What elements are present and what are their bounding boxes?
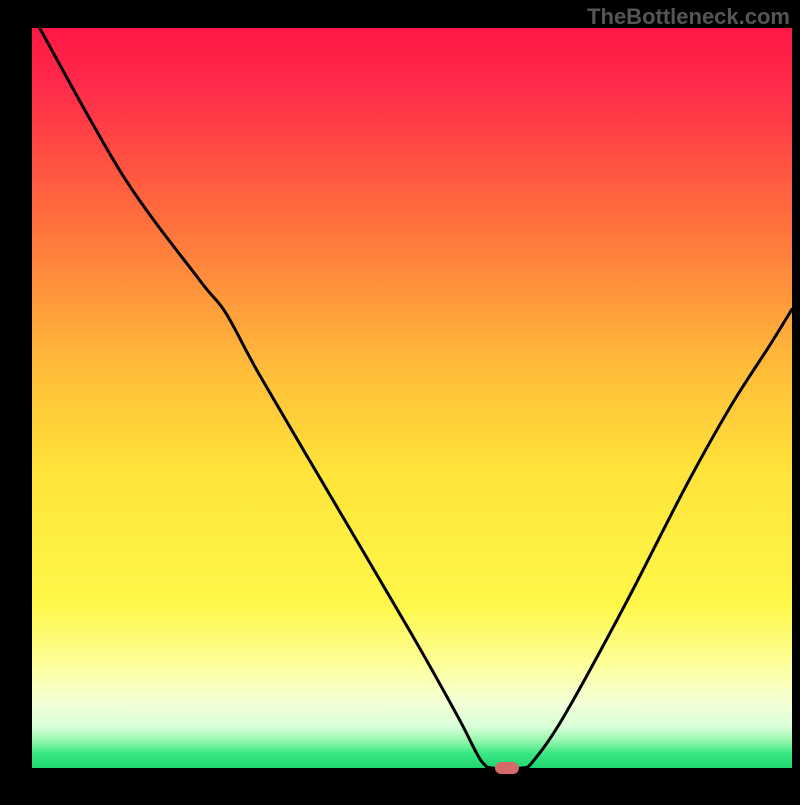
optimal-marker: [495, 762, 519, 774]
watermark-text: TheBottleneck.com: [587, 4, 790, 30]
chart-container: [0, 0, 800, 800]
bottleneck-chart: [0, 0, 800, 800]
plot-background: [32, 28, 792, 768]
